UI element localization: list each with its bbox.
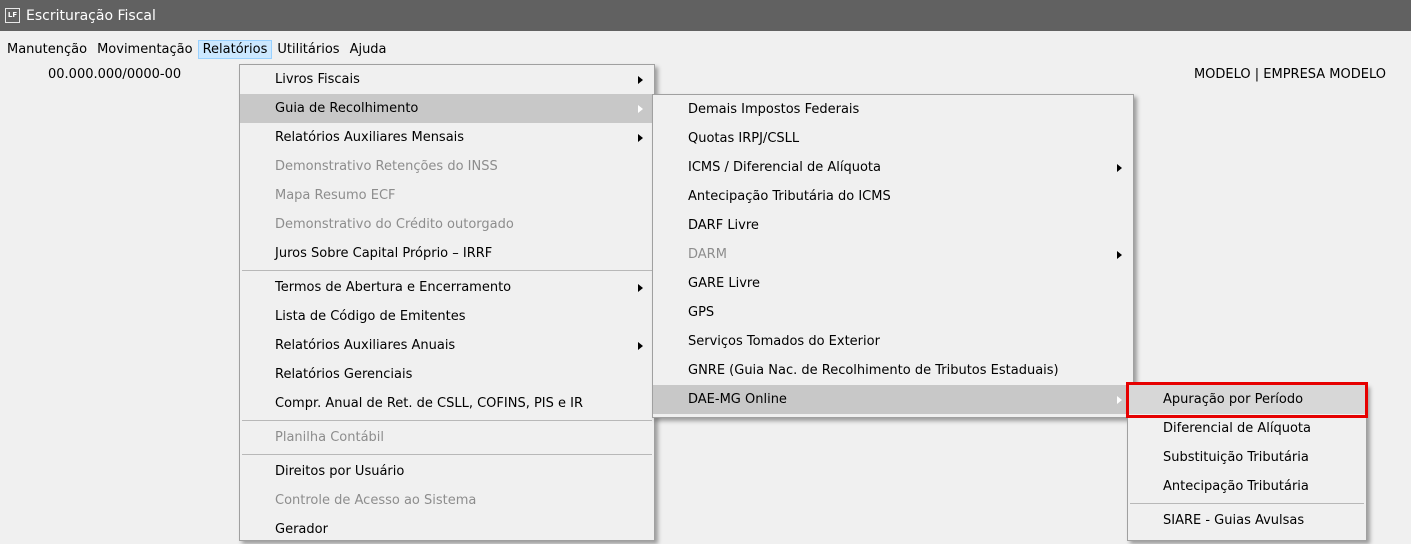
menu-item-label: Direitos por Usuário [275,464,405,479]
menu-separator [1130,503,1364,504]
menu-item-demonstrativo-retencoes-inss: Demonstrativo Retenções do INSS [240,152,654,181]
menu-item-diferencial-aliquota[interactable]: Diferencial de Alíquota [1128,414,1366,443]
submenu-arrow-icon [638,133,643,142]
menu-item-label: Juros Sobre Capital Próprio – IRRF [275,246,493,261]
menu-item-label: ICMS / Diferencial de Alíquota [688,160,881,175]
app-icon: LF [5,8,20,23]
menu-item-compr-anual-retencoes[interactable]: Compr. Anual de Ret. de CSLL, COFINS, PI… [240,389,654,418]
menu-item-demonstrativo-credito-outorgado: Demonstrativo do Crédito outorgado [240,210,654,239]
menu-item-planilha-contabil: Planilha Contábil [240,423,654,452]
menu-item-label: SIARE - Guias Avulsas [1163,513,1305,528]
menu-item-label: Serviços Tomados do Exterior [688,334,880,349]
menu-item-guia-de-recolhimento[interactable]: Guia de Recolhimento [240,94,654,123]
menu-item-antecipacao-tributaria-icms[interactable]: Antecipação Tributária do ICMS [653,182,1133,211]
company-info-bar: 00.000.000/0000-00 MODELO | EMPRESA MODE… [0,62,1411,86]
menu-item-icms-diferencial-aliquota[interactable]: ICMS / Diferencial de Alíquota [653,153,1133,182]
menu-item-livros-fiscais[interactable]: Livros Fiscais [240,65,654,94]
menu-item-juros-capital-proprio[interactable]: Juros Sobre Capital Próprio – IRRF [240,239,654,268]
menu-item-label: Antecipação Tributária [1163,479,1309,494]
menu-item-label: Planilha Contábil [275,430,385,445]
submenu-arrow-icon [638,75,643,84]
submenu-arrow-icon [638,104,643,113]
menu-item-relatorios-gerenciais[interactable]: Relatórios Gerenciais [240,360,654,389]
menu-item-label: Antecipação Tributária do ICMS [688,189,891,204]
menu-item-servicos-tomados-exterior[interactable]: Serviços Tomados do Exterior [653,327,1133,356]
menu-item-mapa-resumo-ecf: Mapa Resumo ECF [240,181,654,210]
menu-item-relatorios-auxiliares-anuais[interactable]: Relatórios Auxiliares Anuais [240,331,654,360]
menu-item-label: DARF Livre [688,218,759,233]
menu-item-label: Relatórios Auxiliares Anuais [275,338,456,353]
menu-item-darf-livre[interactable]: DARF Livre [653,211,1133,240]
menu-item-label: Relatórios Gerenciais [275,367,413,382]
submenu-arrow-icon [638,341,643,350]
menu-item-label: Substituição Tributária [1163,450,1309,465]
company-name-label: MODELO | EMPRESA MODELO [1193,67,1386,82]
red-callout-highlight [1126,382,1368,418]
menu-item-label: Guia de Recolhimento [275,101,419,116]
submenu-arrow-icon [1117,395,1122,404]
menu-separator [242,270,652,271]
menu-item-label: Quotas IRPJ/CSLL [688,131,800,146]
menu-utilitarios[interactable]: Utilitários [272,40,344,59]
menu-item-gerador[interactable]: Gerador [240,515,654,544]
title-bar: LF Escrituração Fiscal [0,0,1411,31]
submenu-arrow-icon [1117,250,1122,259]
menu-item-lista-codigo-emitentes[interactable]: Lista de Código de Emitentes [240,302,654,331]
menu-item-label: Mapa Resumo ECF [275,188,396,203]
menu-item-label: Relatórios Auxiliares Mensais [275,130,465,145]
menu-item-substituicao-tributaria[interactable]: Substituição Tributária [1128,443,1366,472]
menu-item-label: Demonstrativo do Crédito outorgado [275,217,514,232]
menu-item-relatorios-auxiliares-mensais[interactable]: Relatórios Auxiliares Mensais [240,123,654,152]
menu-item-label: Controle de Acesso ao Sistema [275,493,477,508]
menu-item-gps[interactable]: GPS [653,298,1133,327]
menu-item-direitos-por-usuario[interactable]: Direitos por Usuário [240,457,654,486]
menu-item-label: Demonstrativo Retenções do INSS [275,159,498,174]
menu-item-label: Diferencial de Alíquota [1163,421,1311,436]
menu-item-antecipacao-tributaria[interactable]: Antecipação Tributária [1128,472,1366,501]
menu-separator [242,420,652,421]
menu-item-gnre[interactable]: GNRE (Guia Nac. de Recolhimento de Tribu… [653,356,1133,385]
menu-item-controle-acesso: Controle de Acesso ao Sistema [240,486,654,515]
menu-item-label: DARM [688,247,727,262]
menu-item-label: GNRE (Guia Nac. de Recolhimento de Tribu… [688,363,1059,378]
menu-item-label: Demais Impostos Federais [688,102,860,117]
menu-item-gare-livre[interactable]: GARE Livre [653,269,1133,298]
menu-item-label: Compr. Anual de Ret. de CSLL, COFINS, PI… [275,396,584,411]
relatorios-menu: Livros Fiscais Guia de Recolhimento Rela… [239,64,655,541]
submenu-arrow-icon [1117,163,1122,172]
menu-manutencao[interactable]: Manutenção [2,40,92,59]
menu-item-termos-abertura-encerramento[interactable]: Termos de Abertura e Encerramento [240,273,654,302]
menu-relatorios[interactable]: Relatórios [197,40,273,59]
menu-item-label: Lista de Código de Emitentes [275,309,466,324]
menu-item-demais-impostos-federais[interactable]: Demais Impostos Federais [653,95,1133,124]
menu-item-quotas-irpj-csll[interactable]: Quotas IRPJ/CSLL [653,124,1133,153]
window-title: Escrituração Fiscal [26,7,156,24]
menu-separator [242,454,652,455]
menu-item-label: Termos de Abertura e Encerramento [275,280,512,295]
menu-ajuda[interactable]: Ajuda [345,40,392,59]
menu-item-label: DAE-MG Online [688,392,787,407]
menu-movimentacao[interactable]: Movimentação [92,40,198,59]
menu-item-label: Livros Fiscais [275,72,360,87]
menu-bar: Manutenção Movimentação Relatórios Utili… [0,38,1411,61]
guia-recolhimento-menu: Demais Impostos Federais Quotas IRPJ/CSL… [652,94,1134,418]
menu-item-dae-mg-online[interactable]: DAE-MG Online [653,385,1133,414]
menu-item-label: GARE Livre [688,276,760,291]
cnpj-label: 00.000.000/0000-00 [48,67,182,82]
menu-item-label: GPS [688,305,715,320]
submenu-arrow-icon [638,283,643,292]
menu-item-siare-guias-avulsas[interactable]: SIARE - Guias Avulsas [1128,506,1366,535]
menu-item-darm: DARM [653,240,1133,269]
